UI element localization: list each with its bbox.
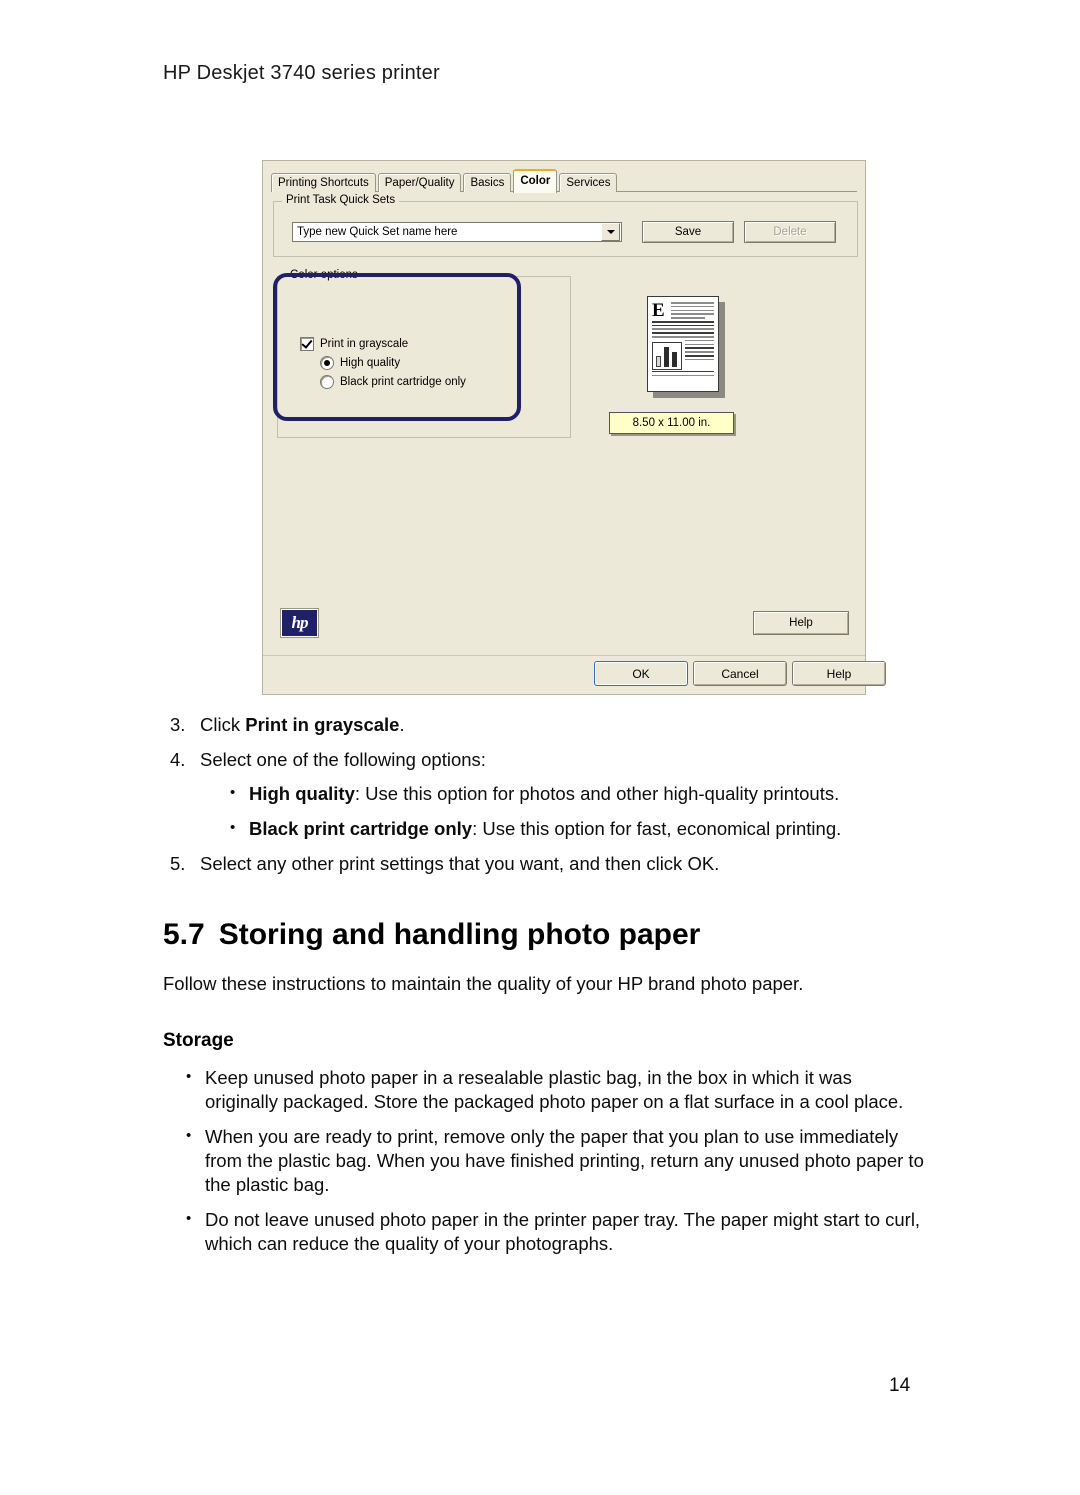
list-item-text: When you are ready to print, remove only…	[205, 1126, 924, 1195]
black-cartridge-only-radio-row[interactable]: Black print cartridge only	[320, 375, 466, 389]
storage-bullet-list: • Keep unused photo paper in a resealabl…	[186, 1066, 926, 1268]
section-title: Storing and handling photo paper	[218, 918, 701, 951]
page-sheet: E	[647, 296, 719, 392]
delete-quick-set-button: Delete	[744, 221, 836, 243]
color-options-group: Color options Print in grayscale High qu…	[277, 269, 571, 438]
step-5-text: Select any other print settings that you…	[200, 852, 720, 874]
step-3-emphasis: Print in grayscale	[245, 714, 400, 735]
bullet-icon: •	[230, 819, 236, 837]
help-button[interactable]: Help	[792, 661, 886, 686]
step-5: 5. Select any other print settings that …	[170, 852, 930, 876]
bullet-icon: •	[230, 784, 236, 802]
dropcap-letter: E	[652, 300, 665, 321]
bullet-icon: •	[186, 1068, 192, 1085]
section-intro-paragraph: Follow these instructions to maintain th…	[163, 973, 804, 994]
step-5-number: 5.	[170, 852, 186, 874]
storage-sub-heading: Storage	[163, 1030, 234, 1051]
preview-chart-image	[652, 341, 682, 370]
step-3-number: 3.	[170, 714, 186, 735]
quick-sets-group-title: Print Task Quick Sets	[282, 194, 400, 206]
tab-basics[interactable]: Basics	[463, 173, 512, 192]
black-cartridge-only-label: Black print cartridge only	[340, 376, 466, 388]
list-item: • Keep unused photo paper in a resealabl…	[186, 1066, 926, 1113]
tab-paper-quality[interactable]: Paper/Quality	[377, 173, 462, 192]
ok-button[interactable]: OK	[594, 661, 688, 686]
step-4-options: • High quality: Use this option for phot…	[230, 782, 930, 840]
step-4-number: 4.	[170, 748, 186, 770]
radio-icon[interactable]	[320, 375, 334, 389]
step-4-text: Select one of the following options:	[200, 748, 486, 770]
quick-set-name-combobox[interactable]: Type new Quick Set name here	[292, 222, 622, 242]
section-heading: 5.7 Storing and handling photo paper	[163, 918, 700, 952]
page-preview-thumbnail: E	[647, 296, 725, 398]
list-item-text: Keep unused photo paper in a resealable …	[205, 1067, 904, 1112]
hp-logo-icon: hp	[281, 609, 318, 637]
tabstrip: Printing Shortcuts Paper/Quality Basics …	[271, 169, 619, 193]
step-3: 3. Click Print in grayscale.	[170, 713, 930, 737]
step-4: 4. Select one of the following options:	[170, 748, 930, 772]
quick-set-name-value: Type new Quick Set name here	[297, 226, 458, 238]
dialog-divider	[263, 655, 865, 656]
high-quality-label: High quality	[340, 357, 401, 369]
option-high-quality: • High quality: Use this option for phot…	[230, 782, 930, 806]
radio-icon[interactable]	[320, 356, 334, 370]
chevron-down-icon[interactable]	[601, 223, 620, 241]
bullet-icon: •	[186, 1210, 192, 1228]
option-high-quality-term: High quality	[249, 783, 355, 805]
list-item-text: Do not leave unused photo paper in the p…	[205, 1209, 921, 1255]
option-black-cartridge-term: Black print cartridge only	[249, 818, 473, 840]
print-in-grayscale-label: Print in grayscale	[320, 338, 409, 350]
panel-help-button[interactable]: Help	[753, 611, 849, 635]
print-preview-panel: E 8.50 x 11.00 in.	[569, 276, 856, 621]
step-3-suffix: .	[399, 714, 405, 735]
option-high-quality-text: High quality: Use this option for photos…	[249, 782, 839, 806]
option-high-quality-desc: : Use this option for photos and other h…	[354, 783, 840, 805]
step-3-prefix: Click	[200, 714, 246, 735]
step-3-text: Click Print in grayscale.	[200, 713, 405, 737]
option-black-cartridge-desc: : Use this option for fast, economical p…	[472, 818, 842, 840]
page-running-header: HP Deskjet 3740 series printer	[163, 62, 440, 84]
color-options-group-title: Color options	[286, 269, 362, 281]
list-item: • When you are ready to print, remove on…	[186, 1125, 926, 1196]
paper-size-badge: 8.50 x 11.00 in.	[609, 412, 734, 434]
section-number: 5.7	[163, 918, 205, 951]
printer-properties-dialog: Printing Shortcuts Paper/Quality Basics …	[262, 160, 886, 695]
print-task-quick-sets-group: Print Task Quick Sets Type new Quick Set…	[273, 194, 858, 257]
list-item: • Do not leave unused photo paper in the…	[186, 1208, 926, 1255]
option-black-cartridge-text: Black print cartridge only: Use this opt…	[249, 817, 841, 841]
bullet-icon: •	[186, 1127, 192, 1145]
tab-color[interactable]: Color	[513, 169, 558, 193]
high-quality-radio-row[interactable]: High quality	[320, 356, 400, 370]
checkbox-icon[interactable]	[300, 337, 314, 351]
cancel-button[interactable]: Cancel	[693, 661, 787, 686]
numbered-steps-list: 3. Click Print in grayscale. 4. Select o…	[170, 713, 930, 886]
tab-printing-shortcuts[interactable]: Printing Shortcuts	[271, 173, 376, 192]
print-in-grayscale-checkbox-row[interactable]: Print in grayscale	[300, 337, 408, 351]
option-black-cartridge: • Black print cartridge only: Use this o…	[230, 817, 930, 841]
page-number: 14	[889, 1375, 911, 1396]
save-quick-set-button[interactable]: Save	[642, 221, 734, 243]
tab-services[interactable]: Services	[559, 173, 618, 192]
